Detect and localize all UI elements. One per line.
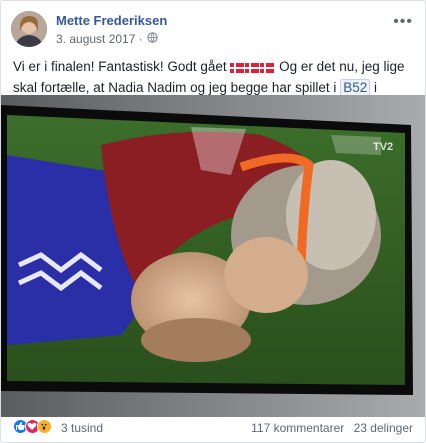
post-photo[interactable]: TV2 xyxy=(1,95,425,417)
wow-icon xyxy=(37,419,52,434)
broadcaster-logo: TV2 xyxy=(373,141,394,153)
engagement-stats: 117 kommentarer 23 delinger xyxy=(245,421,413,435)
comments-count[interactable]: 117 kommentarer xyxy=(251,421,344,435)
reaction-count[interactable]: 3 tusind xyxy=(61,421,103,435)
shares-count[interactable]: 23 delinger xyxy=(354,421,413,435)
denmark-flag-icon xyxy=(245,59,260,78)
post-text-part1: Vi er i finalen! Fantastisk! Godt gået xyxy=(13,59,227,74)
denmark-flag-icon xyxy=(260,59,275,78)
post-date[interactable]: 3. august 2017 · xyxy=(56,32,143,46)
post-footer: 3 tusind 117 kommentarer 23 delinger xyxy=(13,417,413,439)
post-header: Mette Frederiksen 3. august 2017 · ••• xyxy=(11,11,415,51)
post-card: Mette Frederiksen 3. august 2017 · ••• V… xyxy=(0,0,426,443)
globe-icon xyxy=(147,32,158,46)
post-meta: 3. august 2017 · xyxy=(56,32,158,46)
more-options-icon[interactable]: ••• xyxy=(393,13,413,31)
avatar[interactable] xyxy=(11,11,47,47)
reaction-icons[interactable] xyxy=(13,419,52,434)
tagged-page-link[interactable]: B52 xyxy=(340,79,371,96)
author-name[interactable]: Mette Frederiksen xyxy=(56,13,167,28)
denmark-flag-icon xyxy=(230,59,245,78)
